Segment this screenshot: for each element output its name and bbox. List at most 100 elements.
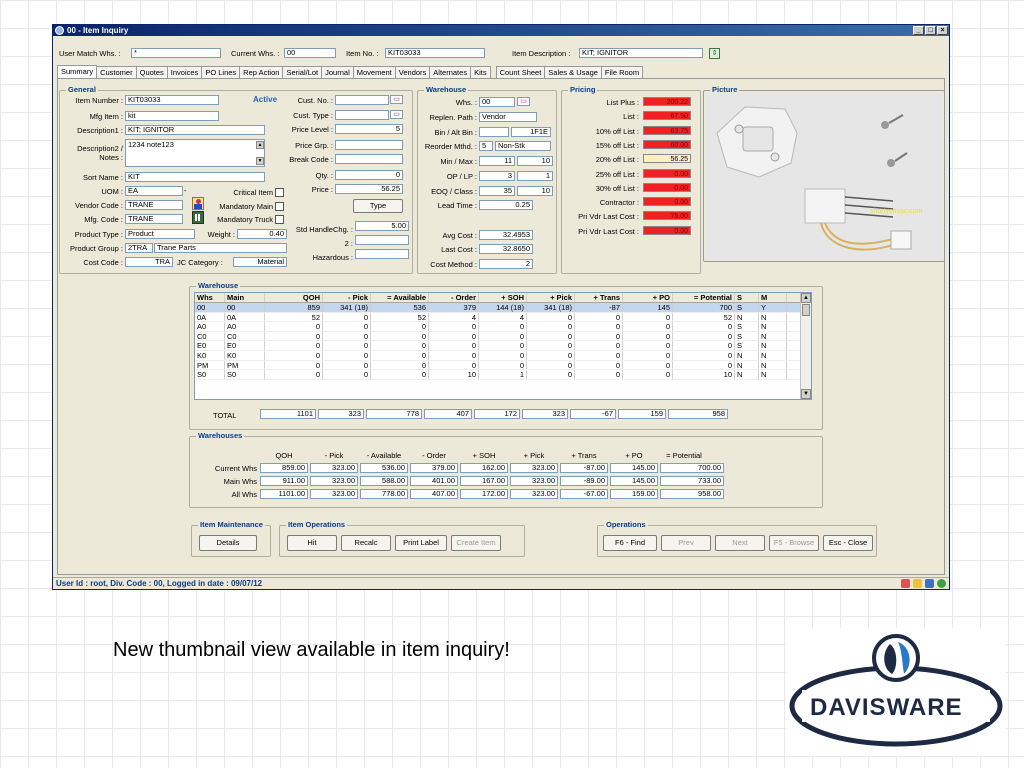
- eoq-field[interactable]: 35: [479, 186, 515, 196]
- current-whs-input[interactable]: 00: [284, 48, 336, 58]
- table-row[interactable]: C0 C0 0 0 0 0 0 0 0 0 0 S N: [195, 331, 811, 342]
- description1-field[interactable]: KIT; IGNITOR: [125, 125, 265, 135]
- std-handle-field[interactable]: 5.00: [355, 221, 409, 231]
- last-cost-field[interactable]: 32.8650: [479, 244, 533, 254]
- column-header[interactable]: S: [735, 293, 759, 302]
- tab-quotes[interactable]: Quotes: [135, 66, 168, 78]
- esc-close-button[interactable]: Esc - Close: [823, 535, 873, 551]
- item-number-field[interactable]: KIT03033: [125, 95, 219, 105]
- column-header[interactable]: + SOH: [479, 293, 527, 302]
- find-button[interactable]: F6 - Find: [603, 535, 657, 551]
- two-field[interactable]: [355, 235, 409, 245]
- column-header[interactable]: + PO: [623, 293, 673, 302]
- tab-po-lines[interactable]: PO Lines: [201, 66, 241, 78]
- hazardous-field[interactable]: [355, 249, 409, 259]
- email-icon[interactable]: [913, 579, 922, 588]
- tab-kits[interactable]: Kits: [470, 66, 491, 78]
- scroll-down-icon[interactable]: ▼: [256, 157, 264, 165]
- cust-type-folder-icon[interactable]: ▭: [390, 110, 403, 119]
- create-item-button[interactable]: Create Item: [451, 535, 501, 551]
- tab-file-room[interactable]: File Room: [600, 66, 644, 78]
- hit-button[interactable]: Hit: [287, 535, 337, 551]
- print-label-button[interactable]: Print Label: [395, 535, 447, 551]
- tab-customer[interactable]: Customer: [96, 66, 137, 78]
- bin-field[interactable]: [479, 127, 509, 137]
- user-match-whs-input[interactable]: *: [131, 48, 221, 58]
- alt-bin-field[interactable]: 1F1E: [511, 127, 551, 137]
- lp-field[interactable]: 1: [517, 171, 553, 181]
- max-field[interactable]: 10: [517, 156, 553, 166]
- mandatory-main-checkbox[interactable]: [275, 202, 284, 211]
- table-row[interactable]: S0 S0 0 0 0 10 1 0 0 0 10 N N: [195, 370, 811, 380]
- table-row[interactable]: A0 A0 0 0 0 0 0 0 0 0 0 S N: [195, 322, 811, 332]
- lead-time-field[interactable]: 0.25: [479, 200, 533, 210]
- help-icon[interactable]: [937, 579, 946, 588]
- column-header[interactable]: = Available: [371, 293, 429, 302]
- cust-type-field[interactable]: [335, 110, 389, 120]
- vendor-code-field[interactable]: TRANE: [125, 200, 183, 210]
- tab-sales-usage[interactable]: Sales & Usage: [544, 66, 602, 78]
- type-button[interactable]: Type: [353, 199, 403, 213]
- whs-folder-icon[interactable]: ▭: [517, 97, 530, 106]
- column-header[interactable]: QOH: [265, 293, 323, 302]
- replen-path-field[interactable]: Vendor: [479, 112, 537, 122]
- table-row[interactable]: 0A 0A 52 0 52 4 4 0 0 0 52 N N: [195, 312, 811, 323]
- tab-rep-action[interactable]: Rep Action: [239, 66, 284, 78]
- item-no-input[interactable]: KIT03033: [385, 48, 485, 58]
- close-button[interactable]: ×: [937, 26, 948, 35]
- column-header[interactable]: - Order: [429, 293, 479, 302]
- scroll-thumb[interactable]: [802, 304, 810, 316]
- class-field[interactable]: 10: [517, 186, 553, 196]
- mfg-code-field[interactable]: TRANE: [125, 214, 183, 224]
- whs-field[interactable]: 00: [479, 97, 515, 107]
- scroll-up-icon[interactable]: ▲: [256, 141, 264, 149]
- details-button[interactable]: Details: [199, 535, 257, 551]
- price-level-field[interactable]: 5: [335, 124, 403, 134]
- next-button[interactable]: Next: [715, 535, 765, 551]
- price-field[interactable]: 56.25: [335, 184, 403, 194]
- cust-no-folder-icon[interactable]: ▭: [390, 95, 403, 104]
- refresh-icon[interactable]: ⇕: [709, 48, 720, 59]
- product-group-name-field[interactable]: Trane Parts: [154, 243, 287, 253]
- tab-alternates[interactable]: Alternates: [429, 66, 472, 78]
- uom-field[interactable]: EA: [125, 186, 183, 196]
- table-row[interactable]: PM PM 0 0 0 0 0 0 0 0 0 N N: [195, 360, 811, 371]
- column-header[interactable]: Whs: [195, 293, 225, 302]
- scroll-up-arrow-icon[interactable]: ▲: [801, 293, 811, 303]
- manufacturer-grid-icon[interactable]: [192, 211, 204, 224]
- column-header[interactable]: Main: [225, 293, 265, 302]
- maximize-button[interactable]: □: [925, 26, 936, 35]
- price-grp-field[interactable]: [335, 140, 403, 150]
- column-header[interactable]: = Potential: [673, 293, 735, 302]
- table-scrollbar[interactable]: ▲ ▼: [800, 293, 811, 399]
- sort-name-field[interactable]: KIT: [125, 172, 265, 182]
- column-header[interactable]: M: [759, 293, 787, 302]
- min-field[interactable]: 11: [479, 156, 515, 166]
- reorder-method-field[interactable]: Non-Stk: [495, 141, 551, 151]
- break-code-field[interactable]: [335, 154, 403, 164]
- cost-code-field[interactable]: TRA: [125, 257, 173, 267]
- description2-notes-field[interactable]: 1234 note123: [125, 139, 265, 167]
- table-row[interactable]: K0 K0 0 0 0 0 0 0 0 0 0 N N: [195, 350, 811, 361]
- recalc-button[interactable]: Recalc: [341, 535, 391, 551]
- product-group-field[interactable]: 2TRA: [125, 243, 153, 253]
- tab-vendors[interactable]: Vendors: [394, 66, 431, 78]
- op-field[interactable]: 3: [479, 171, 515, 181]
- browse-button[interactable]: F5 - Browse: [769, 535, 819, 551]
- tab-serial-lot[interactable]: Serial/Lot: [282, 66, 323, 78]
- tab-journal[interactable]: Journal: [321, 66, 354, 78]
- user-icon[interactable]: [925, 579, 934, 588]
- column-header[interactable]: + Trans: [575, 293, 623, 302]
- column-header[interactable]: - Pick: [323, 293, 371, 302]
- column-header[interactable]: + Pick: [527, 293, 575, 302]
- mfg-item-field[interactable]: kit: [125, 111, 219, 121]
- vendor-person-icon[interactable]: [192, 197, 204, 210]
- table-row[interactable]: E0 E0 0 0 0 0 0 0 0 0 0 S N: [195, 341, 811, 351]
- prev-button[interactable]: Prev: [661, 535, 711, 551]
- scroll-down-arrow-icon[interactable]: ▼: [801, 389, 811, 399]
- cust-no-field[interactable]: [335, 95, 389, 105]
- cost-method-field[interactable]: 2: [479, 259, 533, 269]
- pdf-icon[interactable]: [901, 579, 910, 588]
- tab-invoices[interactable]: Invoices: [166, 66, 203, 78]
- table-row[interactable]: 00 00 859 341 (18) 536 379 144 (18) 341 (18) -87…: [195, 303, 811, 313]
